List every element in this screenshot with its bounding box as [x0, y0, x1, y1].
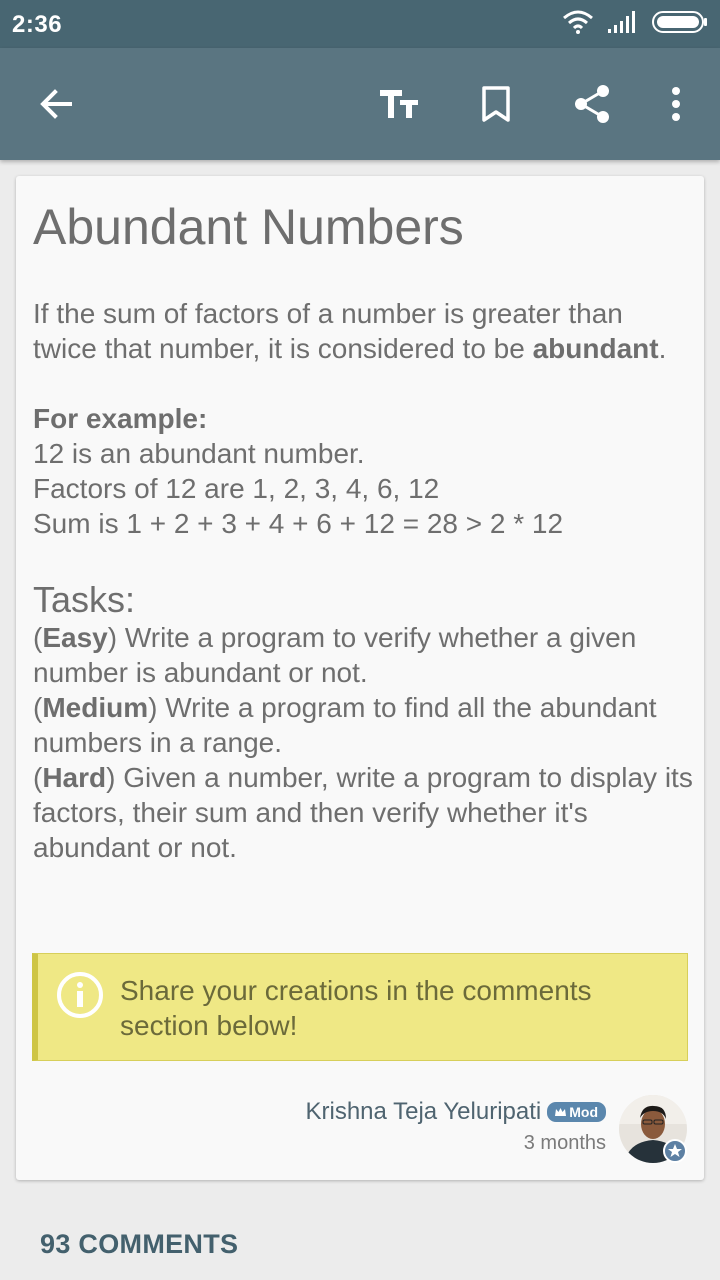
crown-icon: [555, 1107, 567, 1116]
share-icon: [575, 85, 609, 123]
task-level: Hard: [42, 762, 107, 793]
mod-badge: Mod: [547, 1102, 606, 1122]
intro-paragraph: If the sum of factors of a number is gre…: [33, 296, 693, 366]
task-text: Write a program to verify whether a give…: [33, 622, 637, 688]
tasks-heading: Tasks:: [33, 579, 136, 620]
bookmark-icon: [482, 86, 510, 122]
wifi-icon: [562, 10, 594, 39]
back-button[interactable]: [28, 76, 84, 132]
back-arrow-icon: [40, 89, 72, 119]
bookmark-button[interactable]: [468, 76, 524, 132]
post-card: Abundant Numbers If the sum of factors o…: [16, 176, 704, 1180]
status-time: 2:36: [12, 11, 63, 38]
task-level: Easy: [42, 622, 108, 653]
status-bar: 2:36: [0, 0, 720, 48]
info-icon: [57, 972, 103, 1018]
intro-bold: abundant: [532, 333, 659, 364]
callout-text: Share your creations in the comments sec…: [120, 975, 592, 1041]
text-size-icon: [380, 90, 418, 118]
example-line: Sum is 1 + 2 + 3 + 4 + 6 + 12 = 28 > 2 *…: [33, 508, 564, 539]
mod-badge-label: Mod: [569, 1104, 598, 1120]
example-line: Factors of 12 are 1, 2, 3, 4, 6, 12: [33, 473, 440, 504]
status-icons: [562, 10, 708, 38]
avatar[interactable]: [618, 1094, 688, 1164]
example-heading: For example:: [33, 401, 693, 436]
comments-count-button[interactable]: 93 COMMENTS: [40, 1229, 238, 1260]
example-line: 12 is an abundant number.: [33, 438, 365, 469]
app-toolbar: [0, 48, 720, 160]
post-time: 3 months: [523, 1132, 606, 1154]
post-title: Abundant Numbers: [33, 199, 464, 255]
signal-icon: [608, 10, 638, 38]
share-button[interactable]: [564, 76, 620, 132]
post-body: If the sum of factors of a number is gre…: [33, 296, 693, 865]
task-level: Medium: [42, 692, 149, 723]
intro-end: .: [658, 333, 667, 364]
task-item: (Hard) Given a number, write a program t…: [33, 762, 693, 863]
author-line[interactable]: Krishna Teja Yeluripati Mod: [306, 1098, 606, 1126]
example-heading-text: For example:: [33, 403, 208, 434]
text-size-button[interactable]: [372, 76, 428, 132]
battery-icon: [652, 10, 708, 38]
info-callout: Share your creations in the comments sec…: [32, 953, 688, 1061]
more-vert-icon: [672, 87, 680, 121]
task-item: (Medium) Write a program to find all the…: [33, 692, 657, 758]
task-text: Given a number, write a program to displ…: [33, 762, 693, 863]
author-name[interactable]: Krishna Teja Yeluripati: [306, 1098, 542, 1126]
more-options-button[interactable]: [648, 76, 704, 132]
task-item: (Easy) Write a program to verify whether…: [33, 622, 637, 688]
